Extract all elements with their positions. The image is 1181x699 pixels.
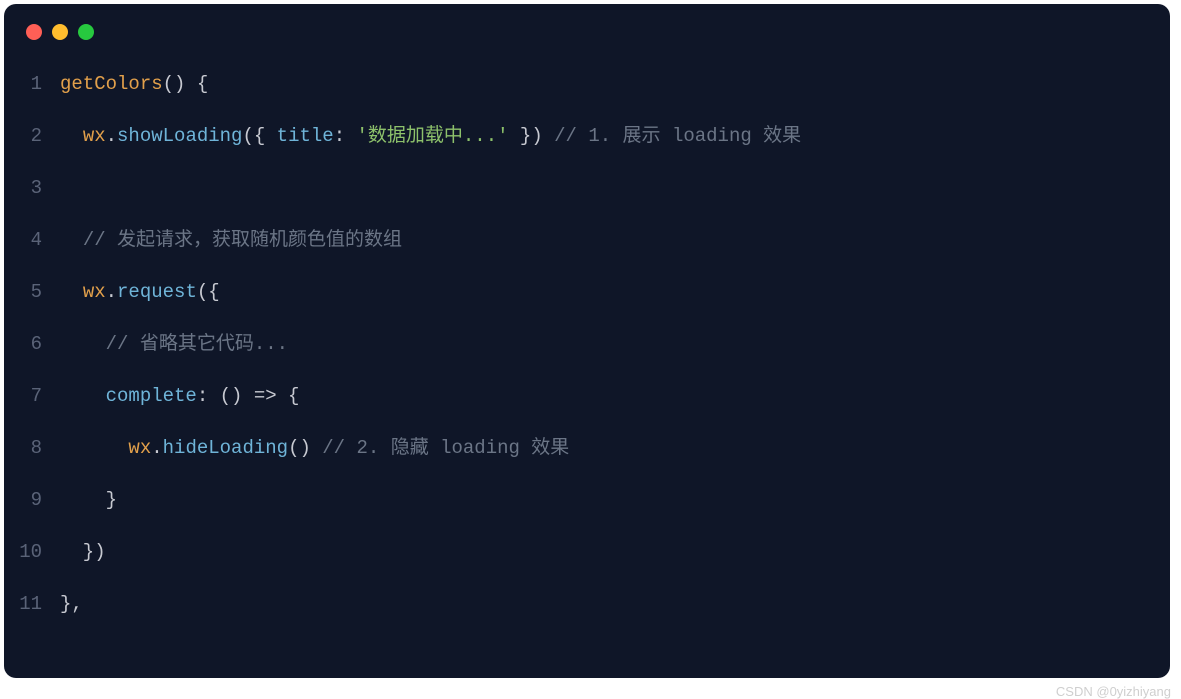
- token-punct: ({: [242, 125, 276, 147]
- token-punct: }): [509, 125, 555, 147]
- token-punct: .: [106, 125, 117, 147]
- code-line: 5 wx.request({: [18, 266, 1156, 318]
- line-number: 9: [18, 474, 60, 526]
- code-line: 4 // 发起请求，获取随机颜色值的数组: [18, 214, 1156, 266]
- token-punct: (): [288, 437, 322, 459]
- token-punct: },: [60, 593, 83, 615]
- code-area[interactable]: 1getColors() {2 wx.showLoading({ title: …: [4, 58, 1170, 630]
- code-line: 10 }): [18, 526, 1156, 578]
- line-number: 2: [18, 110, 60, 162]
- token-punct: () {: [163, 73, 209, 95]
- line-number: 7: [18, 370, 60, 422]
- token-func: getColors: [60, 73, 163, 95]
- code-line: 2 wx.showLoading({ title: '数据加载中...' }) …: [18, 110, 1156, 162]
- code-line: 8 wx.hideLoading() // 2. 隐藏 loading 效果: [18, 422, 1156, 474]
- token-prop: complete: [106, 385, 197, 407]
- token-punct: }: [60, 489, 117, 511]
- watermark: CSDN @0yizhiyang: [1056, 682, 1181, 699]
- token-prop: title: [277, 125, 334, 147]
- line-number: 11: [18, 578, 60, 630]
- token-punct: [60, 229, 83, 251]
- code-line: 11},: [18, 578, 1156, 630]
- token-punct: [60, 385, 106, 407]
- code-line: 3: [18, 162, 1156, 214]
- line-content: }: [60, 474, 117, 526]
- window-controls: [4, 24, 1170, 58]
- token-comment: // 2. 隐藏 loading 效果: [322, 437, 569, 459]
- code-line: 7 complete: () => {: [18, 370, 1156, 422]
- line-number: 1: [18, 58, 60, 110]
- token-comment: // 省略其它代码...: [106, 333, 288, 355]
- line-number: 8: [18, 422, 60, 474]
- token-punct: :: [334, 125, 357, 147]
- token-punct: : (): [197, 385, 254, 407]
- token-punct: {: [277, 385, 300, 407]
- line-content: // 省略其它代码...: [60, 318, 288, 370]
- token-comment: // 发起请求，获取随机颜色值的数组: [83, 229, 402, 251]
- token-method: showLoading: [117, 125, 242, 147]
- token-arrow: =>: [254, 385, 277, 407]
- code-line: 9 }: [18, 474, 1156, 526]
- line-number: 6: [18, 318, 60, 370]
- token-punct: .: [106, 281, 117, 303]
- line-number: 3: [18, 162, 60, 214]
- token-punct: .: [151, 437, 162, 459]
- maximize-icon[interactable]: [78, 24, 94, 40]
- token-string: '数据加载中...': [357, 125, 509, 147]
- token-punct: [60, 125, 83, 147]
- line-content: wx.request({: [60, 266, 220, 318]
- line-number: 5: [18, 266, 60, 318]
- line-content: complete: () => {: [60, 370, 299, 422]
- code-line: 1getColors() {: [18, 58, 1156, 110]
- token-method: hideLoading: [163, 437, 288, 459]
- token-obj: wx: [83, 125, 106, 147]
- line-content: getColors() {: [60, 58, 208, 110]
- token-punct: [60, 333, 106, 355]
- code-editor-window: 1getColors() {2 wx.showLoading({ title: …: [4, 4, 1170, 678]
- minimize-icon[interactable]: [52, 24, 68, 40]
- code-line: 6 // 省略其它代码...: [18, 318, 1156, 370]
- line-content: wx.hideLoading() // 2. 隐藏 loading 效果: [60, 422, 569, 474]
- token-punct: [60, 437, 128, 459]
- token-obj: wx: [128, 437, 151, 459]
- line-content: }): [60, 526, 106, 578]
- token-method: request: [117, 281, 197, 303]
- line-number: 4: [18, 214, 60, 266]
- line-content: wx.showLoading({ title: '数据加载中...' }) //…: [60, 110, 801, 162]
- close-icon[interactable]: [26, 24, 42, 40]
- token-punct: ({: [197, 281, 220, 303]
- line-content: },: [60, 578, 83, 630]
- token-obj: wx: [83, 281, 106, 303]
- token-comment: // 1. 展示 loading 效果: [554, 125, 801, 147]
- token-punct: }): [60, 541, 106, 563]
- line-number: 10: [18, 526, 60, 578]
- line-content: // 发起请求，获取随机颜色值的数组: [60, 214, 402, 266]
- token-punct: [60, 281, 83, 303]
